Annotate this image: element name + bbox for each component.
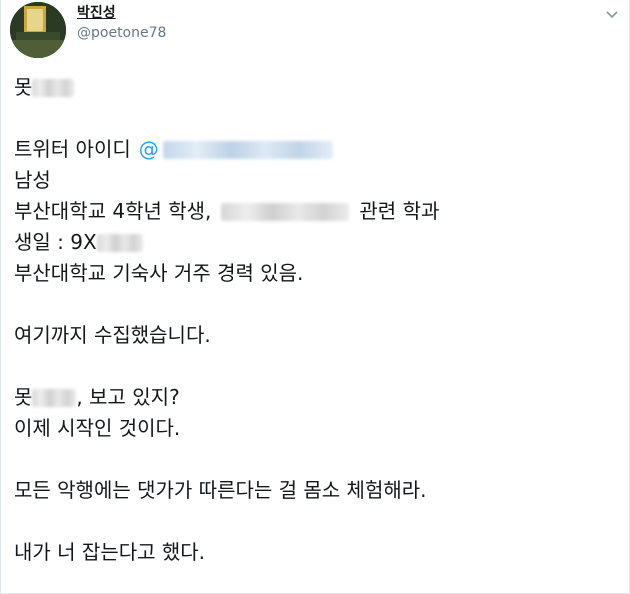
tweet-line: 남성	[14, 165, 614, 196]
display-name[interactable]: 박진성	[77, 4, 116, 22]
tweet-line: 부산대학교 4학년 학생, 관련 학과	[14, 196, 614, 227]
tweet-card: 박진성 @poetone78 못 트위터 아이디 @ 남성 부산대학교 4학년 …	[0, 0, 630, 594]
mention-link[interactable]: @	[139, 134, 159, 165]
tweet-line: 이제 시작인 것이다.	[14, 413, 614, 444]
tweet-line-text: 부산대학교 기숙사 거주 경력 있음.	[14, 261, 304, 285]
tweet-line-text: 모든 악행에는 댓가가 따른다는 걸 몸소 체험해라.	[14, 478, 427, 502]
tweet-line: 못 , 보고 있지?	[14, 382, 614, 413]
tweet-line-text: 못	[14, 75, 33, 99]
redacted-mention	[162, 140, 333, 159]
tweet-line-text: 생일 : 9X	[14, 230, 97, 254]
tweet-line: 여기까지 수집했습니다.	[14, 320, 614, 351]
redacted-text	[32, 388, 77, 407]
tweet-line-text: 여기까지 수집했습니다.	[14, 323, 211, 347]
tweet-line: 내가 너 잡는다고 했다.	[14, 537, 614, 568]
tweet-line-text: 내가 너 잡는다고 했다.	[14, 540, 206, 564]
tweet-line: 생일 : 9X	[14, 227, 614, 258]
redacted-text	[32, 78, 75, 97]
tweet-line-text: , 보고 있지?	[76, 385, 180, 409]
redacted-text	[96, 233, 143, 252]
avatar[interactable]	[10, 2, 66, 58]
tweet-line-text: 트위터 아이디	[14, 137, 131, 161]
redacted-text	[221, 202, 350, 221]
tweet-line-text: 못	[14, 385, 33, 409]
user-handle[interactable]: @poetone78	[77, 24, 166, 42]
tweet-text: 못 트위터 아이디 @ 남성 부산대학교 4학년 학생, 관련 학과 생일 : …	[14, 72, 614, 568]
tweet-line: 모든 악행에는 댓가가 따른다는 걸 몸소 체험해라.	[14, 475, 614, 506]
tweet-line: 트위터 아이디 @	[14, 134, 614, 165]
tweet-line-text: 부산대학교 4학년 학생,	[14, 199, 212, 223]
tweet-line: 부산대학교 기숙사 거주 경력 있음.	[14, 258, 614, 289]
chevron-down-icon[interactable]	[603, 6, 621, 24]
tweet-line: 못	[14, 72, 614, 103]
tweet-line-text: 이제 시작인 것이다.	[14, 416, 181, 440]
tweet-line-text: 남성	[14, 168, 51, 192]
tweet-line-text: 관련 학과	[359, 199, 440, 223]
